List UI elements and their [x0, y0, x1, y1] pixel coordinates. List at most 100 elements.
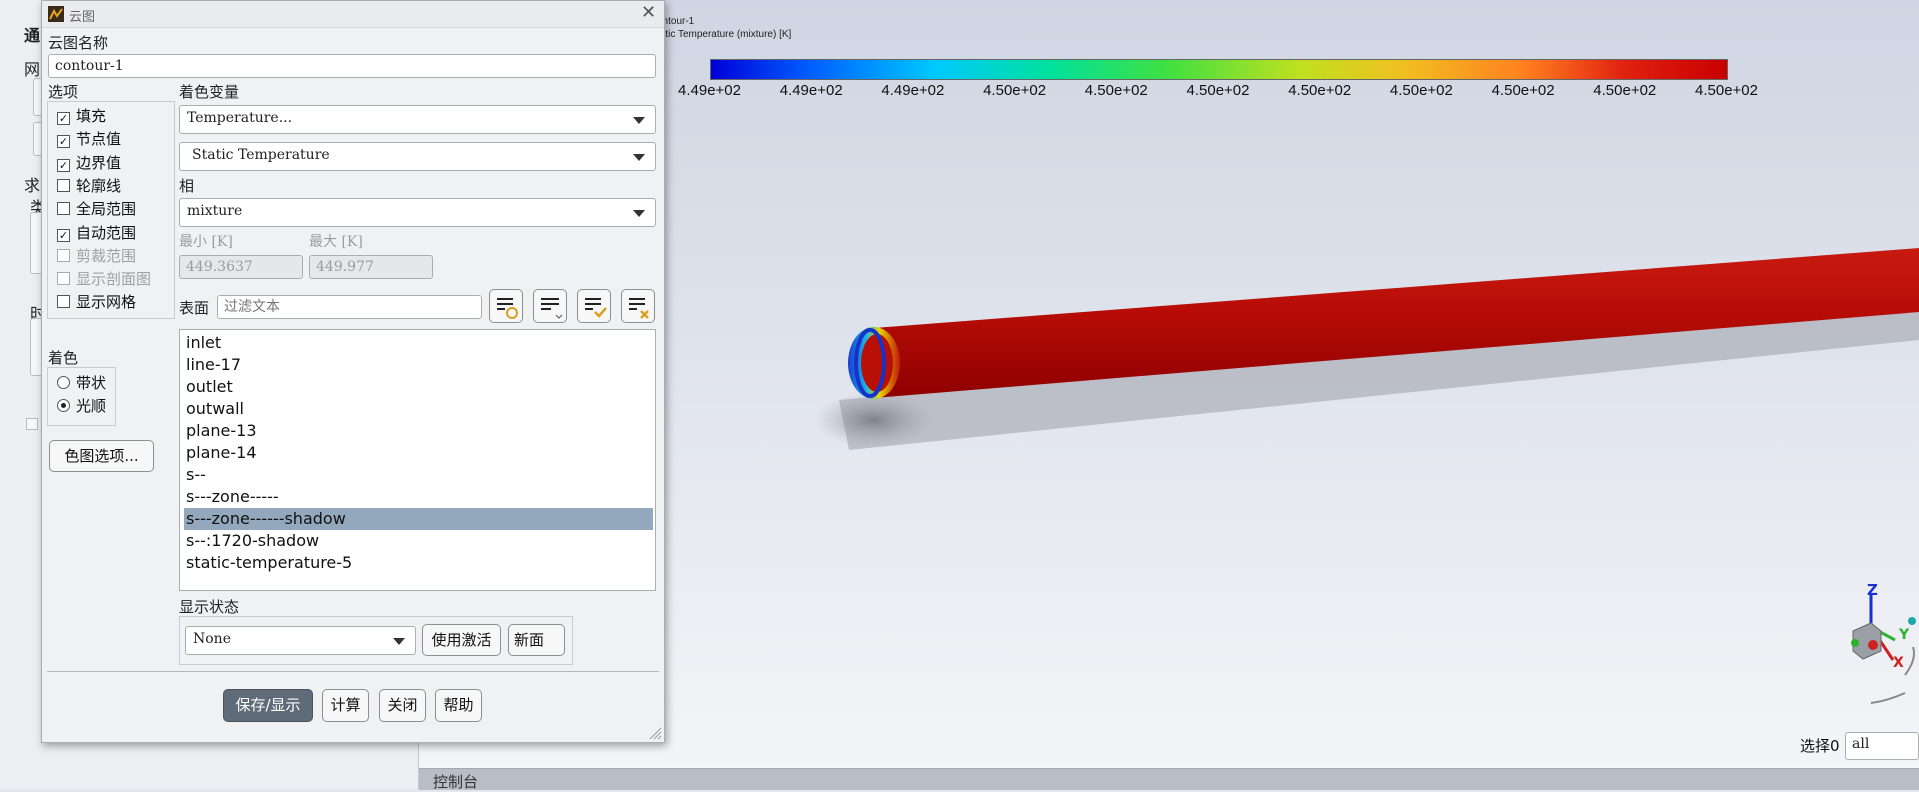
- selection-label: 选择0: [1800, 737, 1840, 755]
- list-menu-icon: [541, 298, 563, 319]
- compute-button[interactable]: 计算: [322, 689, 369, 722]
- left-panel-label: 通: [24, 26, 41, 45]
- surface-list-item[interactable]: s---zone-----: [184, 486, 653, 508]
- surfaces-label: 表面: [179, 299, 210, 317]
- options-label: 选项: [48, 83, 79, 101]
- dialog-titlebar[interactable]: 云图 ✕: [42, 1, 664, 28]
- axis-triad[interactable]: Z Y X: [1827, 581, 1917, 715]
- left-panel-checkbox[interactable]: [26, 418, 38, 430]
- min-label: 最小 [K]: [179, 234, 233, 250]
- new-surface-button[interactable]: 新面: [508, 624, 565, 656]
- display-state-select[interactable]: None: [185, 626, 416, 655]
- surface-list-item[interactable]: outwall: [184, 398, 653, 420]
- option-checkbox: 显示剖面图: [57, 268, 151, 289]
- checkmark-icon: ✓: [57, 135, 70, 149]
- option-label: 自动范围: [76, 223, 137, 242]
- list-check-icon: [585, 298, 607, 318]
- close-icon[interactable]: ✕: [641, 2, 656, 23]
- surface-list-item[interactable]: plane-14: [184, 442, 653, 464]
- option-checkbox[interactable]: 显示网格: [57, 291, 136, 312]
- max-label: 最大 [K]: [309, 234, 363, 250]
- surface-list-item[interactable]: static-temperature-5: [184, 552, 653, 574]
- contour-name-label: 云图名称: [48, 34, 109, 52]
- option-checkbox[interactable]: 全局范围: [57, 198, 136, 219]
- coloring-option-label: 带状: [76, 374, 107, 392]
- checkmark-icon: ✓: [57, 228, 70, 242]
- coloring-radio[interactable]: 带状: [57, 372, 106, 393]
- chevron-down-icon: [633, 210, 645, 217]
- option-label: 边界值: [76, 153, 122, 172]
- console-header[interactable]: 控制台: [419, 768, 1919, 791]
- option-label: 轮廓线: [76, 176, 122, 195]
- help-button[interactable]: 帮助: [435, 689, 482, 722]
- chevron-down-icon: [633, 117, 645, 124]
- color-variable-category-value: Temperature...: [187, 110, 293, 126]
- checkmark-icon: ✓: [57, 112, 70, 125]
- option-checkbox[interactable]: 轮廓线: [57, 175, 121, 196]
- option-label: 剪裁范围: [76, 246, 137, 265]
- coloring-option-label: 光顺: [76, 397, 107, 415]
- select-surfaces-button[interactable]: [577, 289, 611, 323]
- option-label: 填充: [76, 107, 107, 125]
- resize-grip-icon[interactable]: [648, 726, 662, 740]
- surface-list-item[interactable]: inlet: [184, 332, 653, 354]
- deselect-surfaces-button[interactable]: [621, 289, 655, 323]
- left-panel-label: 网: [24, 60, 41, 79]
- phase-select[interactable]: mixture: [179, 198, 656, 227]
- phase-value: mixture: [187, 203, 243, 219]
- checkbox-box: [57, 248, 70, 262]
- color-variable-category-select[interactable]: Temperature...: [179, 105, 656, 134]
- surface-filter-input[interactable]: [217, 295, 482, 319]
- color-variable-field-value: Static Temperature: [192, 147, 330, 163]
- radio-selected-icon: [57, 399, 70, 412]
- color-variable-label: 着色变量: [179, 83, 240, 101]
- axis-z-label: Z: [1867, 581, 1878, 599]
- option-checkbox: 剪裁范围: [57, 245, 136, 266]
- surface-list-item[interactable]: line-17: [184, 354, 653, 376]
- surface-list-item[interactable]: s--:1720-shadow: [184, 530, 653, 552]
- surface-list-item[interactable]: s---zone------shadow: [184, 508, 653, 530]
- option-label: 全局范围: [76, 200, 137, 219]
- display-state-label: 显示状态: [179, 598, 240, 616]
- list-settings-icon: [497, 298, 518, 319]
- chevron-down-icon: [633, 154, 645, 161]
- list-clear-icon: [629, 298, 649, 319]
- axis-x-label: X: [1893, 655, 1904, 671]
- chevron-down-icon: [393, 638, 405, 645]
- option-label: 节点值: [76, 130, 122, 149]
- option-checkbox[interactable]: ✓ 自动范围: [57, 222, 136, 243]
- option-label: 显示剖面图: [76, 270, 152, 289]
- coloring-label: 着色: [48, 349, 79, 367]
- app-icon: [48, 6, 64, 22]
- use-active-button[interactable]: 使用激活: [422, 624, 501, 656]
- save-display-button[interactable]: 保存/显示: [223, 689, 313, 722]
- list-options-button[interactable]: [533, 289, 567, 323]
- checkbox-box: [57, 202, 70, 216]
- contour-dialog: 云图 ✕ 云图名称 contour-1 选项 ✓ 填充 ✓ 节点值 ✓ 边界值 轮廓线 全局范…: [41, 0, 665, 743]
- option-checkbox[interactable]: ✓ 边界值: [57, 152, 121, 173]
- radio-icon: [57, 376, 70, 389]
- option-checkbox[interactable]: ✓ 节点值: [57, 128, 121, 149]
- dialog-title: 云图: [69, 10, 96, 25]
- color-variable-field-select[interactable]: Static Temperature: [179, 142, 656, 171]
- option-checkbox[interactable]: ✓ 填充: [57, 105, 106, 126]
- surface-list-item[interactable]: s--: [184, 464, 653, 486]
- coloring-radio[interactable]: 光顺: [57, 395, 106, 416]
- min-value-input: 449.3637: [179, 255, 303, 279]
- contour-name-input[interactable]: contour-1: [48, 54, 656, 78]
- colormap-options-button[interactable]: 色图选项...: [49, 440, 154, 472]
- selection-input[interactable]: all: [1845, 732, 1919, 760]
- select-all-surfaces-button[interactable]: [489, 289, 523, 323]
- divider: [47, 671, 659, 672]
- max-value-input: 449.977: [309, 255, 433, 279]
- axis-y-label: Y: [1899, 627, 1910, 643]
- checkbox-box: [57, 272, 70, 286]
- close-button[interactable]: 关闭: [379, 689, 426, 722]
- surface-list-item[interactable]: outlet: [184, 376, 653, 398]
- phase-label: 相: [179, 177, 195, 195]
- option-label: 显示网格: [76, 293, 137, 312]
- left-panel-label: 求: [24, 176, 41, 195]
- surface-list-item[interactable]: plane-13: [184, 420, 653, 442]
- surfaces-list[interactable]: inlet line-17 outlet outwall plane-13 plane-1…: [179, 329, 656, 591]
- display-state-value: None: [193, 631, 231, 647]
